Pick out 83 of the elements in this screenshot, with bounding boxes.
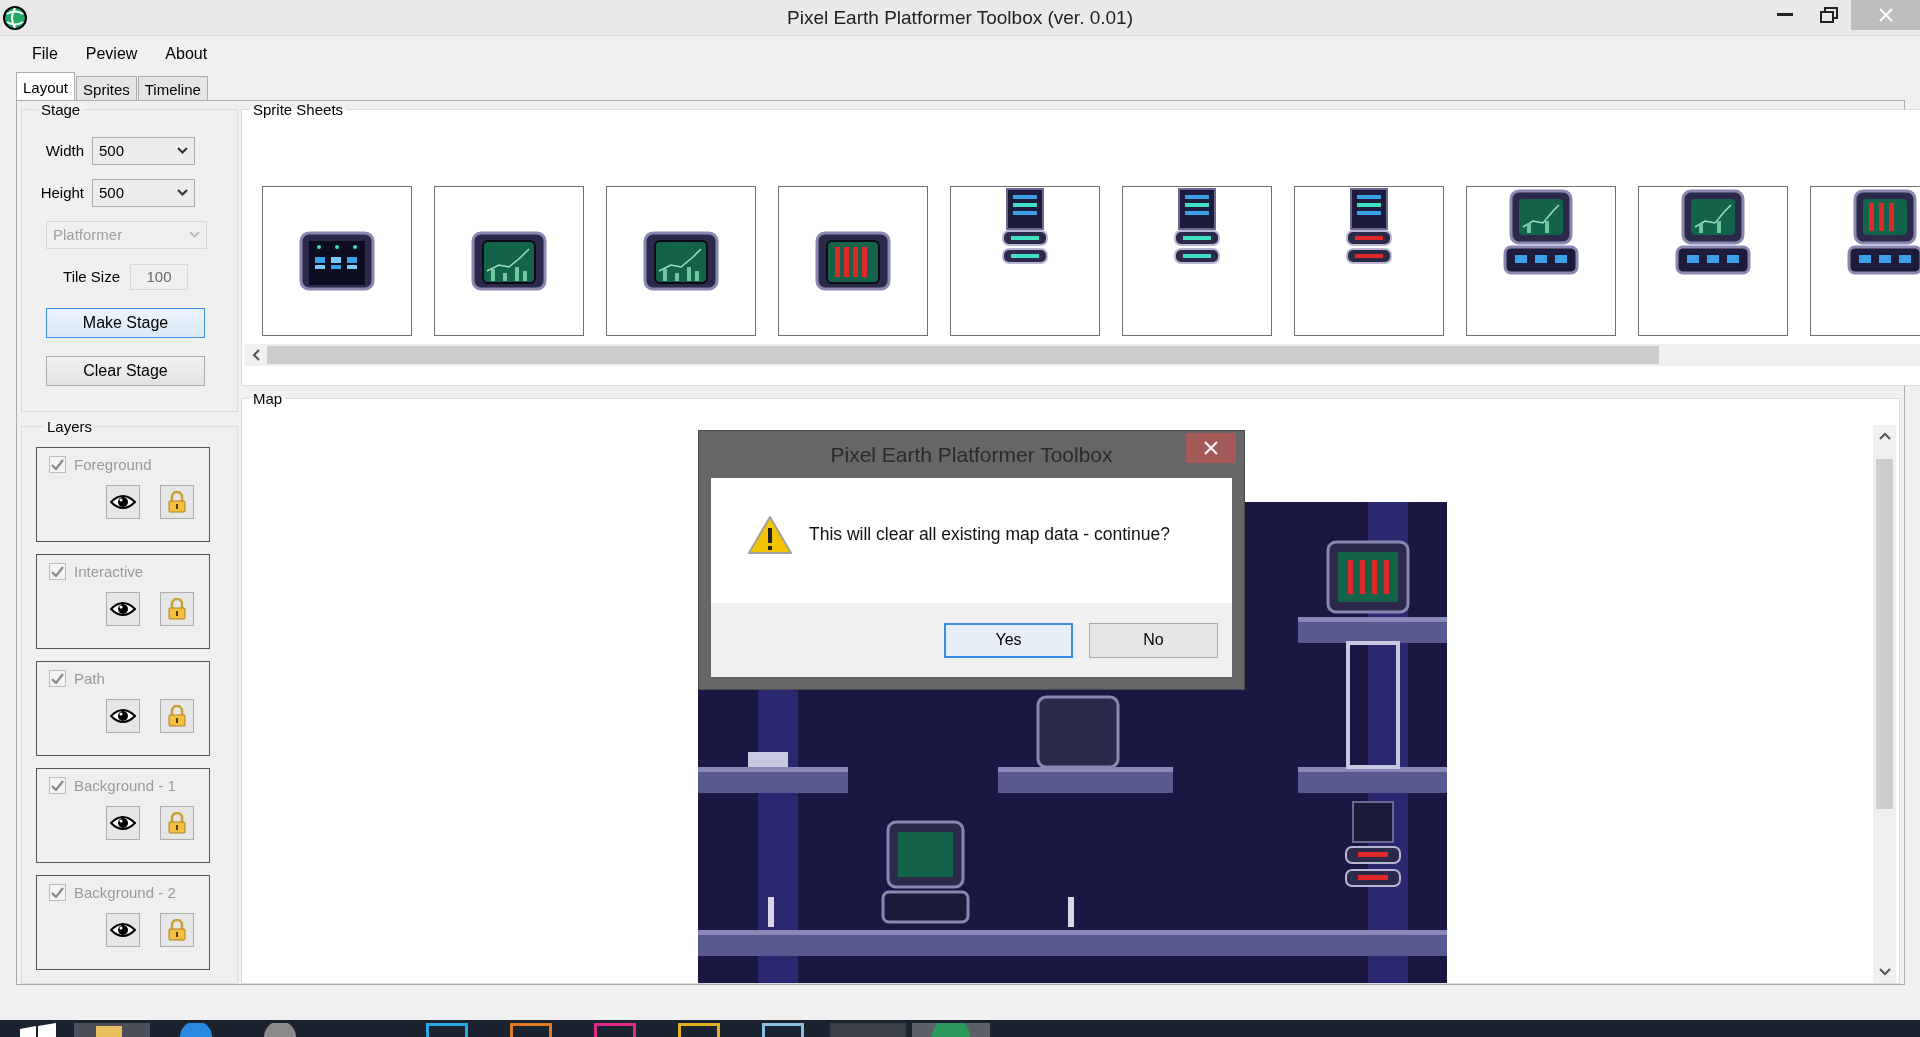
taskbar-icon[interactable] bbox=[678, 1023, 720, 1037]
tower-sprite-icon bbox=[1173, 187, 1221, 267]
taskbar-icon[interactable] bbox=[262, 1023, 298, 1037]
menu-item[interactable]: File bbox=[18, 42, 72, 65]
sprite-tile[interactable] bbox=[1122, 186, 1272, 336]
sprite-tile[interactable] bbox=[1466, 186, 1616, 336]
width-dropdown[interactable]: 500 bbox=[92, 136, 195, 165]
eye-icon bbox=[110, 493, 136, 510]
sprite-tile[interactable] bbox=[778, 186, 928, 336]
sprite-tile[interactable] bbox=[1638, 186, 1788, 336]
window-title: Pixel Earth Platformer Toolbox (ver. 0.01) bbox=[787, 6, 1133, 28]
eye-icon bbox=[110, 707, 136, 724]
menu-item[interactable]: Peview bbox=[71, 42, 152, 65]
eye-icon bbox=[110, 814, 136, 831]
taskbar-icon[interactable] bbox=[594, 1023, 636, 1037]
visibility-button[interactable] bbox=[106, 805, 140, 840]
layer-name: Interactive bbox=[74, 562, 144, 580]
sprite-tile[interactable] bbox=[606, 186, 756, 336]
eye-icon bbox=[110, 600, 136, 617]
tab[interactable]: Layout bbox=[16, 72, 76, 102]
restore-icon bbox=[1820, 7, 1838, 23]
horizontal-scrollbar-thumb[interactable] bbox=[267, 346, 1659, 364]
chevron-up-icon bbox=[1878, 432, 1891, 440]
alarm-panel-sprite-icon bbox=[813, 229, 893, 293]
dialog-close-button[interactable] bbox=[1186, 433, 1236, 463]
visibility-button[interactable] bbox=[106, 912, 140, 947]
taskbar-icon[interactable] bbox=[762, 1023, 804, 1037]
taskbar-icon[interactable] bbox=[74, 1023, 150, 1037]
minimize-icon bbox=[1777, 13, 1793, 17]
padlock-icon bbox=[167, 597, 187, 620]
stage-button[interactable]: Make Stage bbox=[46, 308, 205, 338]
terminal-sprite-icon bbox=[1845, 187, 1920, 277]
sprite-tile[interactable] bbox=[950, 186, 1100, 336]
tower-sprite-icon bbox=[1345, 187, 1393, 267]
padlock-icon bbox=[167, 811, 187, 834]
warning-icon bbox=[747, 514, 793, 555]
dialog-title: Pixel Earth Platformer Toolbox bbox=[830, 442, 1113, 467]
padlock-icon bbox=[167, 490, 187, 513]
field-label: Width bbox=[44, 142, 85, 159]
visibility-button[interactable] bbox=[106, 591, 140, 626]
tower-sprite-icon bbox=[1001, 187, 1049, 267]
close-icon bbox=[1877, 7, 1894, 23]
dialog-message: This will clear all existing map data - continue? bbox=[809, 524, 1170, 545]
monitor-sprite-icon bbox=[469, 229, 549, 293]
server-sprite-icon bbox=[297, 229, 377, 293]
layer-name: Background - 1 bbox=[74, 776, 176, 794]
chevron-left-icon bbox=[252, 349, 260, 361]
taskbar-icon[interactable] bbox=[426, 1023, 468, 1037]
visibility-button[interactable] bbox=[106, 484, 140, 519]
close-icon bbox=[1204, 441, 1218, 455]
chevron-down-icon bbox=[1878, 968, 1891, 976]
padlock-icon bbox=[167, 704, 187, 727]
group-title: Sprite Sheets bbox=[252, 102, 345, 118]
group-title: Layers bbox=[46, 417, 94, 435]
group-title: Stage bbox=[40, 101, 82, 118]
layer-name: Path bbox=[74, 669, 105, 687]
sprite-tile[interactable] bbox=[434, 186, 584, 336]
vertical-scrollbar-thumb[interactable] bbox=[1876, 459, 1893, 809]
dialog-button[interactable]: Yes bbox=[944, 622, 1073, 658]
stage-button[interactable]: Clear Stage bbox=[46, 356, 205, 386]
terminal-sprite-icon bbox=[1501, 187, 1581, 277]
eye-icon bbox=[110, 921, 136, 938]
tab[interactable]: Timeline bbox=[137, 76, 208, 101]
dialog-button[interactable]: No bbox=[1089, 622, 1218, 658]
start-icon[interactable] bbox=[20, 1023, 56, 1037]
globe-app-icon bbox=[2, 4, 28, 31]
taskbar-icon[interactable] bbox=[510, 1023, 552, 1037]
sprite-tile[interactable] bbox=[262, 186, 412, 336]
layer-name: Background - 2 bbox=[74, 883, 176, 901]
visibility-button[interactable] bbox=[106, 698, 140, 733]
tab[interactable]: Sprites bbox=[76, 76, 137, 101]
monitor-sprite-icon bbox=[641, 229, 721, 293]
sprite-tile[interactable] bbox=[1810, 186, 1920, 336]
sprite-tile[interactable] bbox=[1294, 186, 1444, 336]
layer-name: Foreground bbox=[74, 455, 152, 473]
taskbar-icon[interactable] bbox=[178, 1023, 214, 1037]
padlock-icon bbox=[167, 918, 187, 941]
menu-item[interactable]: About bbox=[151, 42, 222, 65]
field-label: Height bbox=[39, 184, 85, 201]
group-title: Map bbox=[252, 390, 284, 407]
terminal-sprite-icon bbox=[1673, 187, 1753, 277]
height-dropdown[interactable]: 500 bbox=[92, 178, 195, 207]
field-label: Tile Size bbox=[62, 268, 121, 285]
